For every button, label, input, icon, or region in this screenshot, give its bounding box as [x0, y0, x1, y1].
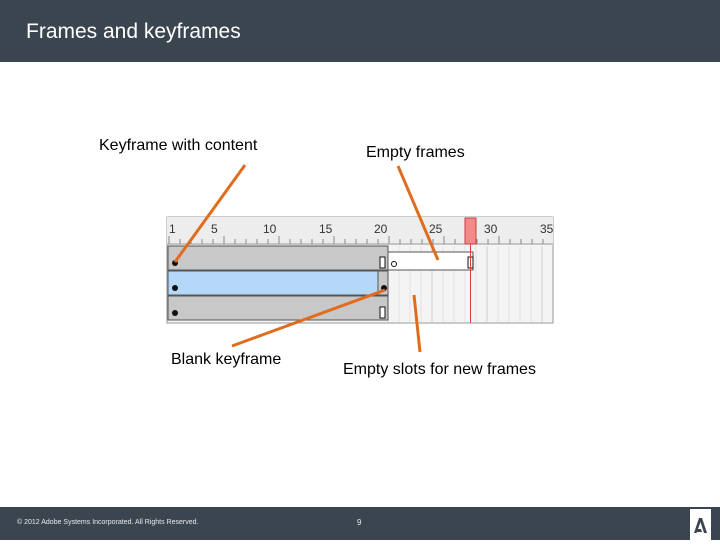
layer3-keyframe-dot[interactable] — [172, 310, 178, 316]
ruler-label: 1 — [169, 222, 176, 236]
layer3-end-frame-marker — [379, 306, 386, 319]
layer2-keyframe-dot[interactable] — [172, 285, 178, 291]
ruler-label: 30 — [484, 222, 498, 236]
ruler-label: 35 — [540, 222, 554, 236]
playhead-handle[interactable] — [464, 217, 477, 245]
ruler-label: 10 — [263, 222, 277, 236]
ruler-label: 15 — [319, 222, 333, 236]
layer1-end-frame-marker — [379, 256, 386, 269]
adobe-logo-icon — [690, 509, 711, 540]
layer1-frame-span[interactable] — [167, 245, 389, 271]
layer2-frame-span[interactable] — [167, 270, 379, 296]
layer1-empty-frames[interactable] — [387, 251, 474, 271]
layer1-blank-keyframe-dot[interactable] — [391, 261, 397, 267]
ruler-label: 20 — [374, 222, 388, 236]
ruler-label: 25 — [429, 222, 443, 236]
page-number: 9 — [357, 518, 362, 527]
slide-footer: © 2012 Adobe Systems Incorporated. All R… — [0, 507, 720, 540]
timeline-figure: 1 5 10 15 20 25 30 35 — [166, 164, 554, 353]
ruler-label: 5 — [211, 222, 218, 236]
copyright-text: © 2012 Adobe Systems Incorporated. All R… — [17, 519, 199, 526]
